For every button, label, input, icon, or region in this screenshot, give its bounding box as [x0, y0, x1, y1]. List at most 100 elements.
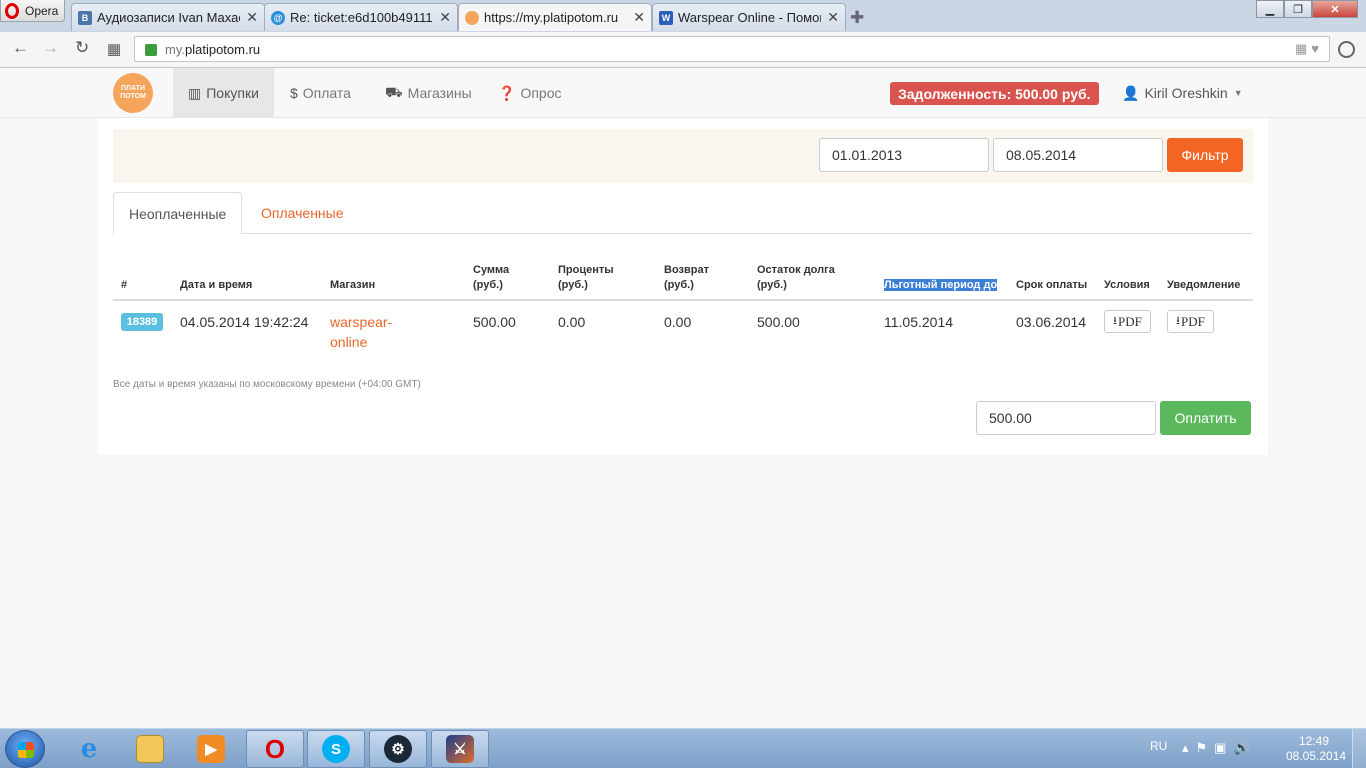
close-tab-icon[interactable]: ✕	[246, 9, 258, 26]
nav-purchases-label: Покупки	[206, 85, 259, 101]
taskbar-skype[interactable]: S	[307, 730, 365, 768]
cell-refund: 0.00	[664, 314, 692, 330]
cell-due: 03.06.2014	[1016, 314, 1087, 330]
back-arrow-icon[interactable]: ←	[12, 38, 29, 58]
col-header-shop: Магазин	[330, 279, 376, 291]
tray-icons[interactable]: ▴⚑▣🔊	[1182, 740, 1257, 756]
browser-menu-icon[interactable]	[1338, 41, 1355, 58]
logo-text-top: ПЛАТИ	[121, 85, 145, 92]
browser-tab-mail[interactable]: @ Re: ticket:e6d100b491113d ✕	[264, 3, 458, 31]
notice-pdf-button[interactable]: ⭳ PDF	[1167, 310, 1214, 333]
timezone-note: Все даты и время указаны по московскому …	[113, 379, 421, 390]
terms-pdf-button[interactable]: ⭳ PDF	[1104, 310, 1151, 333]
cell-shop-link[interactable]: warspear- online	[330, 312, 392, 352]
warspear-icon: W	[659, 10, 673, 25]
taskbar-steam[interactable]: ⚙	[369, 730, 427, 768]
url-field[interactable]: my. platipotom.ru ▦♥	[134, 36, 1330, 62]
col-header-percent-line2: (руб.)	[558, 279, 588, 291]
pay-button[interactable]: Оплатить	[1160, 401, 1251, 435]
col-header-sum-line2: (руб.)	[473, 279, 503, 291]
col-header-refund: Возврат (руб.)	[664, 263, 709, 293]
tab-unpaid[interactable]: Неоплаченные	[113, 192, 243, 235]
forward-arrow-icon[interactable]: →	[42, 38, 59, 58]
window-close-button[interactable]: ✕	[1312, 0, 1358, 18]
start-button[interactable]	[5, 730, 45, 768]
taskbar-opera[interactable]: O	[246, 730, 304, 768]
cell-remaining: 500.00	[757, 314, 800, 330]
date-from-input[interactable]: 01.01.2013	[819, 138, 989, 172]
folder-icon	[136, 735, 164, 763]
chevron-down-icon: ▼	[1233, 88, 1243, 98]
download-icon: ⭳	[1176, 314, 1180, 327]
opera-logo-icon	[5, 2, 19, 19]
browser-tab-platipotom[interactable]: https://my.platipotom.ru ✕	[458, 3, 652, 31]
nav-shops-label: Магазины	[407, 85, 472, 101]
opera-label: Opera	[25, 3, 59, 18]
address-bar-row: ← → ↻ ▦ my. platipotom.ru ▦♥	[0, 32, 1366, 68]
date-to-input[interactable]: 08.05.2014	[993, 138, 1163, 172]
browser-tab-vk[interactable]: B Аудиозаписи Ivan Махаев ✕	[71, 3, 265, 31]
purchase-id-badge: 18389	[121, 313, 163, 331]
close-tab-icon[interactable]: ✕	[827, 9, 839, 26]
col-header-refund-line2: (руб.)	[664, 279, 694, 291]
mail-icon: @	[271, 10, 285, 25]
clock-time: 12:49	[1298, 734, 1330, 748]
browser-tab-warspear[interactable]: W Warspear Online - Помощь ✕	[652, 3, 846, 31]
taskbar-explorer[interactable]	[121, 730, 179, 768]
main-content: 01.01.2013 08.05.2014 Фильтр Неоплаченны…	[98, 118, 1268, 455]
col-header-notice: Уведомление	[1167, 279, 1241, 291]
taskbar-media-player[interactable]: ▶	[182, 730, 240, 768]
site-navbar: ПЛАТИ ПОТОМ ▥ Покупки $ Оплата ⛟ Магазин…	[0, 68, 1366, 118]
col-header-grace: Льготный период до	[884, 278, 998, 293]
col-header-grace-label: Льготный период до	[884, 279, 998, 291]
taskbar-ie[interactable]: e	[60, 730, 118, 768]
user-menu[interactable]: 👤 Kiril Oreshkin ▼	[1122, 68, 1243, 118]
windows-logo-icon	[18, 742, 34, 758]
window-controls: ▁ ❐ ✕	[1256, 0, 1358, 18]
cell-datetime: 04.05.2014 19:42:24	[180, 314, 309, 330]
clock-date: 08.05.2014	[1286, 749, 1347, 763]
warspear-game-icon: ⚔	[446, 735, 474, 763]
url-domain: platipotom.ru	[184, 41, 261, 57]
col-header-remaining-line1: Остаток долга	[757, 264, 835, 276]
internet-explorer-icon: e	[80, 734, 98, 764]
browser-tab-title: Warspear Online - Помощь	[678, 10, 822, 25]
close-tab-icon[interactable]: ✕	[439, 9, 451, 26]
speed-dial-icon[interactable]: ▦	[107, 40, 121, 58]
browser-tab-title: https://my.platipotom.ru	[484, 10, 619, 25]
reload-icon[interactable]: ↻	[75, 38, 89, 58]
browser-tab-bar: Opera B Аудиозаписи Ivan Махаев ✕ @ Re: …	[0, 0, 1366, 32]
tab-paid[interactable]: Оплаченные	[246, 192, 359, 234]
cart-icon: ⛟	[385, 83, 403, 100]
site-logo[interactable]: ПЛАТИ ПОТОМ	[113, 73, 153, 113]
nav-shops[interactable]: ⛟ Магазины	[370, 68, 487, 118]
nav-payment-label: Оплата	[302, 85, 351, 101]
terms-pdf-label: PDF	[1118, 313, 1142, 329]
cell-percent: 0.00	[558, 314, 586, 330]
new-tab-button[interactable]: ✚	[850, 8, 864, 28]
url-action-icons[interactable]: ▦♥	[1295, 41, 1323, 57]
close-tab-icon[interactable]: ✕	[633, 9, 645, 26]
language-indicator[interactable]: RU	[1150, 739, 1167, 753]
taskbar-warspear[interactable]: ⚔	[431, 730, 489, 768]
payment-amount-input[interactable]: 500.00	[976, 401, 1156, 435]
taskbar-clock[interactable]: 12:49 08.05.2014	[1286, 734, 1347, 764]
col-header-remaining-line2: (руб.)	[757, 279, 787, 291]
show-desktop-button[interactable]	[1352, 729, 1366, 768]
minimize-button[interactable]: ▁	[1256, 0, 1284, 18]
browser-tab-title: Re: ticket:e6d100b491113d	[290, 10, 434, 25]
col-header-due: Срок оплаты	[1016, 279, 1088, 291]
nav-purchases[interactable]: ▥ Покупки	[173, 68, 274, 118]
url-subdomain: my.	[165, 41, 185, 57]
opera-menu-button[interactable]: Opera	[0, 0, 65, 22]
filter-button[interactable]: Фильтр	[1167, 138, 1243, 172]
filter-bar: 01.01.2013 08.05.2014 Фильтр	[113, 129, 1253, 183]
nav-payment[interactable]: $ Оплата	[275, 68, 366, 118]
download-icon: ⭳	[1113, 314, 1117, 327]
maximize-button[interactable]: ❐	[1284, 0, 1312, 18]
cell-grace: 11.05.2014	[884, 314, 954, 330]
purchase-tabs: Неоплаченные Оплаченные	[113, 192, 1253, 235]
col-header-terms: Условия	[1104, 279, 1150, 291]
nav-survey[interactable]: ❓ Опрос	[483, 68, 576, 118]
media-player-icon: ▶	[197, 735, 225, 763]
